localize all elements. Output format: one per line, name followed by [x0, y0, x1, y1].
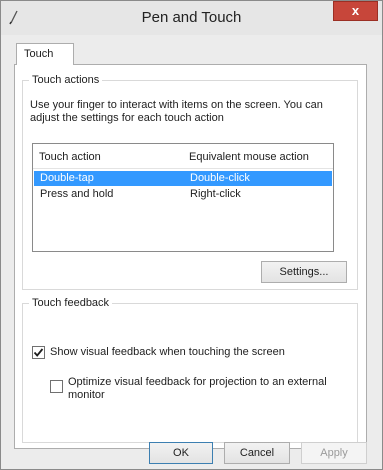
show-visual-feedback-checkbox[interactable]	[32, 346, 45, 359]
column-header-touch-action[interactable]: Touch action	[39, 151, 101, 163]
show-visual-feedback-row[interactable]: Show visual feedback when touching the s…	[32, 346, 352, 360]
touch-actions-list[interactable]: Touch action Equivalent mouse action Dou…	[32, 143, 334, 252]
apply-button[interactable]: Apply	[301, 442, 367, 464]
list-header: Touch action Equivalent mouse action	[33, 144, 333, 169]
close-icon: x	[351, 3, 360, 18]
optimize-visual-feedback-checkbox[interactable]	[50, 380, 63, 393]
window-title: Pen and Touch	[141, 9, 242, 26]
touch-actions-label: Touch actions	[29, 74, 103, 86]
ok-button[interactable]: OK	[149, 442, 213, 464]
dialog-body: Touch Touch actions Use your finger to i…	[9, 35, 374, 449]
touch-actions-description: Use your finger to interact with items o…	[30, 99, 323, 124]
optimize-visual-feedback-row[interactable]: Optimize visual feedback for projection …	[50, 376, 350, 406]
row-touch-action: Double-tap	[40, 172, 94, 184]
cancel-button[interactable]: Cancel	[224, 442, 290, 464]
optimize-visual-feedback-label: Optimize visual feedback for projection …	[68, 376, 327, 401]
checkmark-icon	[33, 348, 44, 357]
touch-feedback-label: Touch feedback	[29, 297, 113, 309]
row-touch-action: Press and hold	[40, 188, 114, 200]
show-visual-feedback-label: Show visual feedback when touching the s…	[50, 346, 285, 358]
title-bar[interactable]: Pen and Touch x	[1, 1, 382, 35]
row-mouse-action: Double-click	[190, 172, 250, 184]
list-row-double-tap[interactable]: Double-tap Double-click	[34, 171, 332, 186]
settings-button[interactable]: Settings...	[261, 261, 347, 283]
touch-tab-panel: Touch actions Use your finger to interac…	[14, 64, 367, 449]
tab-touch[interactable]: Touch	[16, 43, 74, 65]
touch-actions-group: Touch actions Use your finger to interac…	[22, 74, 358, 290]
close-button[interactable]: x	[333, 1, 378, 21]
column-header-mouse-action[interactable]: Equivalent mouse action	[189, 151, 309, 163]
pen-and-touch-dialog: Pen and Touch x Touch Touch actions Use …	[0, 0, 383, 470]
list-row-press-and-hold[interactable]: Press and hold Right-click	[34, 187, 332, 202]
touch-feedback-group: Touch feedback Show visual feedback when…	[22, 297, 358, 443]
row-mouse-action: Right-click	[190, 188, 241, 200]
